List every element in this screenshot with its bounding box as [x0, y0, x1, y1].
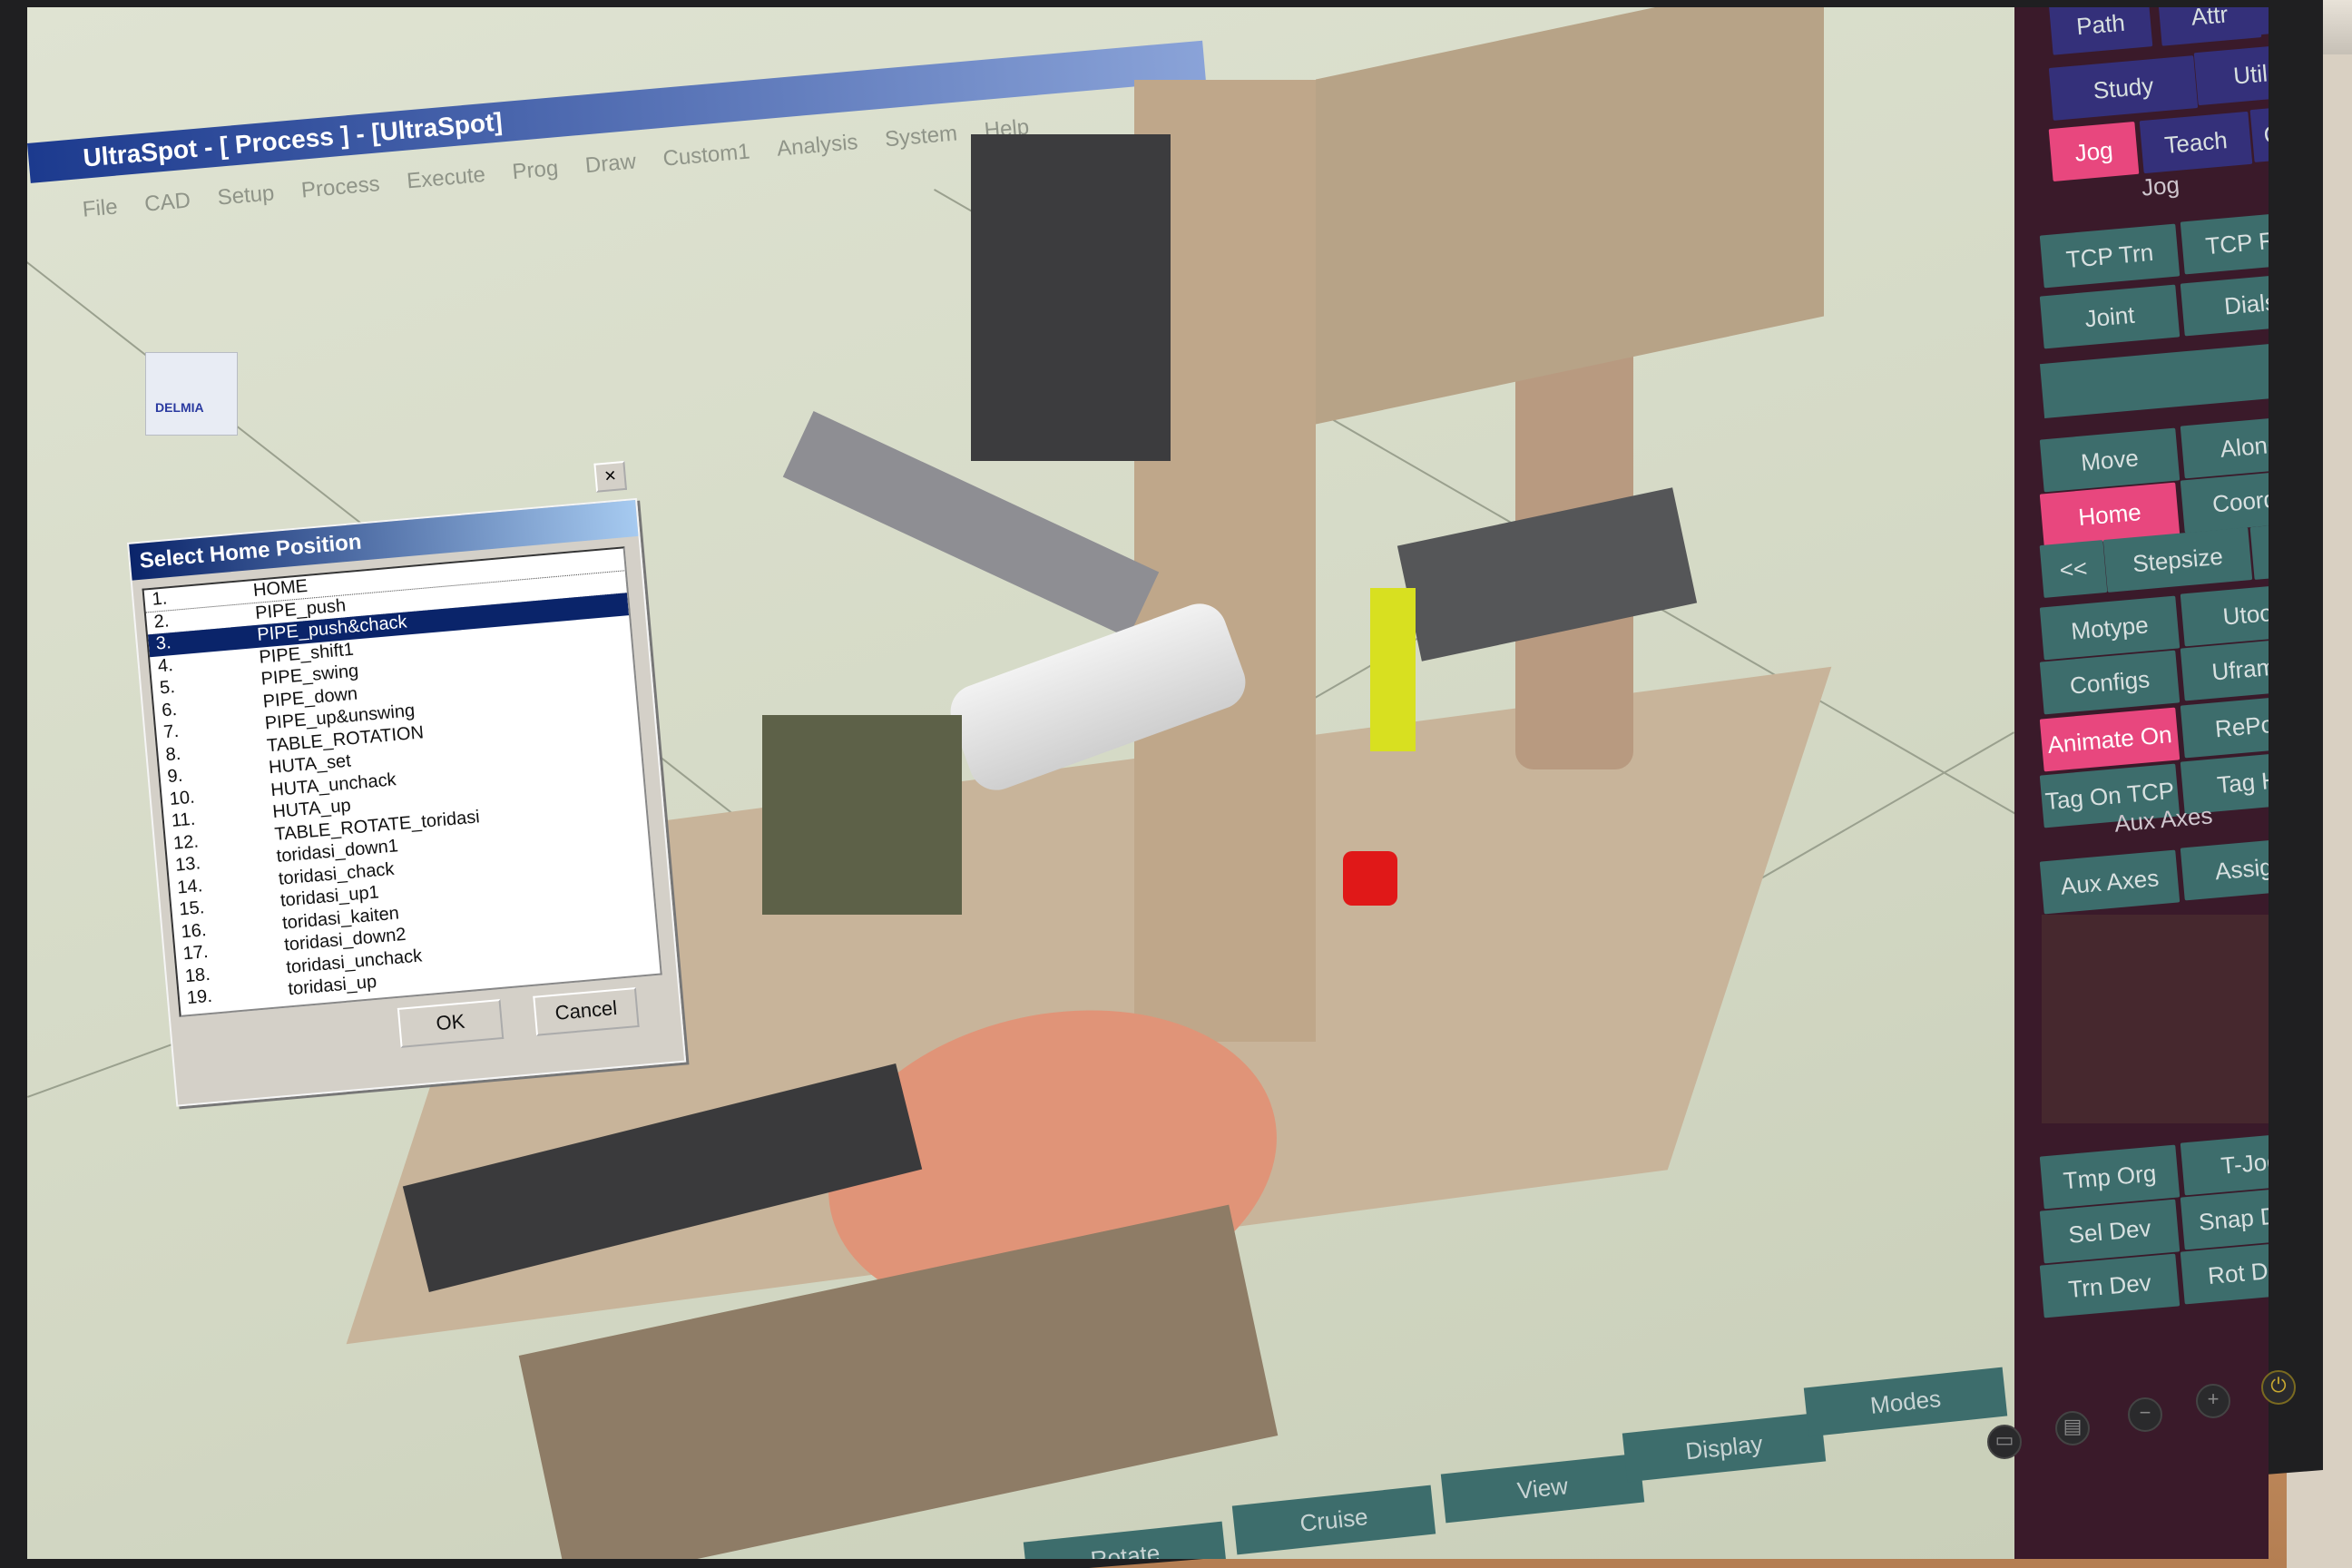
aux-axes-button[interactable]: Aux Axes — [2039, 849, 2180, 915]
menu-prog[interactable]: Prog — [511, 156, 560, 196]
tmp-org-button[interactable]: Tmp Org — [2039, 1144, 2180, 1210]
olive-housing — [762, 715, 962, 915]
list-item-number: 18. — [183, 964, 211, 986]
list-item-number: 9. — [166, 765, 184, 788]
list-item-number: 2. — [152, 610, 171, 632]
list-item-number: 17. — [181, 941, 210, 965]
uframe-button[interactable]: Uframe — [2180, 636, 2269, 701]
along-button[interactable]: Along — [2180, 414, 2269, 479]
dials-button[interactable]: Dials — [2180, 271, 2269, 337]
empty-panel-area — [2042, 915, 2269, 1123]
ok-button[interactable]: OK — [397, 999, 505, 1048]
menu-process[interactable]: Process — [300, 172, 382, 214]
monitor-button[interactable]: ▭ — [1987, 1425, 2022, 1459]
cancel-button[interactable]: Cancel — [533, 986, 640, 1036]
animate-on-button[interactable]: Animate On — [2039, 707, 2180, 772]
list-item-number: 14. — [176, 875, 204, 898]
sel-dev-button[interactable]: Sel Dev — [2039, 1199, 2180, 1264]
menu-draw[interactable]: Draw — [584, 149, 638, 190]
list-item-number: 11. — [170, 808, 197, 831]
monitor-plus-button[interactable]: + — [2196, 1384, 2230, 1418]
tab-view[interactable]: View — [1440, 1453, 1645, 1524]
attr-button[interactable]: Attr — [2157, 7, 2262, 46]
menu-analysis[interactable]: Analysis — [776, 130, 860, 173]
util-button[interactable]: Util — [2193, 43, 2269, 106]
teach-button[interactable]: Teach — [2139, 111, 2253, 174]
tab-modes[interactable]: Modes — [1803, 1367, 2008, 1437]
list-item-number: 16. — [180, 919, 208, 942]
empty-button-slot — [2039, 340, 2269, 418]
tcp-rot-button[interactable]: TCP Rot — [2180, 210, 2269, 275]
tab-cruise[interactable]: Cruise — [1231, 1485, 1436, 1555]
tab-rotate[interactable]: Rotate — [1023, 1521, 1228, 1559]
window-title: UltraSpot - [ Process ] - [UltraSpot] — [82, 107, 504, 172]
arrow-button[interactable]: >> — [2249, 522, 2269, 580]
joint-button[interactable]: Joint — [2039, 284, 2180, 349]
list-item-number: 1. — [151, 588, 169, 610]
coll-button[interactable]: Coll — [2249, 104, 2269, 162]
list-item-number: 10. — [168, 787, 196, 809]
menu-execute[interactable]: Execute — [406, 162, 487, 205]
t-jog-button[interactable]: T-Jog — [2180, 1131, 2269, 1196]
select-home-position-dialog: Select Home Position × 1. HOME 2. PIPE_push… — [127, 460, 687, 1107]
move-button[interactable]: Move — [2039, 427, 2180, 493]
list-item-number: 5. — [159, 677, 176, 699]
red-clamp — [1343, 851, 1397, 906]
arrow-button[interactable]: << — [2039, 540, 2108, 598]
jog-button[interactable]: Jog — [2048, 121, 2140, 182]
jog-header: Jog — [2140, 171, 2181, 201]
list-item-number: 19. — [186, 985, 213, 1009]
list-item-number: 12. — [172, 830, 200, 854]
motype-button[interactable]: Motype — [2039, 595, 2180, 661]
menu-system[interactable]: System — [884, 121, 959, 163]
coords-button[interactable]: Coords — [2180, 468, 2269, 534]
list-item-number: 13. — [174, 853, 201, 876]
study-button[interactable]: Study — [2048, 55, 2199, 121]
yellow-bracket — [1370, 588, 1416, 751]
delmia-logo: DELMIA — [145, 352, 238, 436]
list-item-number: 3. — [154, 632, 172, 654]
tcp-trn-button[interactable]: TCP Trn — [2039, 223, 2180, 289]
list-item-number: 7. — [162, 720, 180, 743]
utool-button[interactable]: Utool — [2180, 582, 2269, 647]
repos-button[interactable]: RePos — [2180, 693, 2269, 759]
list-item-number: 15. — [178, 897, 206, 920]
monitor-screen: UltraSpot - [ Process ] - [UltraSpot] Fi… — [27, 7, 2269, 1559]
configs-button[interactable]: Configs — [2039, 650, 2180, 715]
snap-dev-button[interactable]: Snap Dev — [2180, 1185, 2269, 1250]
rot-dev-button[interactable]: Rot Dev — [2180, 1240, 2269, 1305]
trn-dev-button[interactable]: Trn Dev — [2039, 1253, 2180, 1318]
path-button[interactable]: Path — [2048, 7, 2153, 55]
list-item-label: HOME — [252, 575, 309, 602]
tab-display[interactable]: Display — [1622, 1412, 1827, 1483]
menu-setup[interactable]: Setup — [217, 181, 277, 221]
monitor-minus-button[interactable]: − — [2128, 1397, 2162, 1432]
list-item-number: 8. — [164, 743, 182, 765]
home-position-list[interactable]: 1. HOME 2. PIPE_push 3. PIPE_push&chack 4. PIPE… — [142, 546, 662, 1017]
assign-button[interactable]: Assign — [2180, 836, 2269, 901]
3d-viewport[interactable]: UltraSpot - [ Process ] - [UltraSpot] Fi… — [27, 7, 2035, 1559]
menu-custom1[interactable]: Custom1 — [662, 139, 752, 182]
stepsize-button[interactable]: Stepsize — [2102, 527, 2253, 593]
dark-motor-block — [971, 134, 1171, 461]
monitor-button[interactable]: ▤ — [2055, 1411, 2090, 1446]
menu-cad[interactable]: CAD — [143, 188, 192, 228]
monitor-power-icon[interactable]: ⏻ — [2261, 1370, 2296, 1405]
logo-text: DELMIA — [155, 400, 204, 415]
control-panel: PathAttrAtStudyUtilJogTeachCollJogTCP Tr… — [2014, 7, 2269, 1559]
control-box — [1316, 7, 1824, 425]
list-item-number: 6. — [161, 699, 178, 720]
menu-file[interactable]: File — [82, 194, 120, 233]
close-icon[interactable]: × — [593, 460, 628, 493]
list-item-number: 4. — [157, 654, 174, 677]
